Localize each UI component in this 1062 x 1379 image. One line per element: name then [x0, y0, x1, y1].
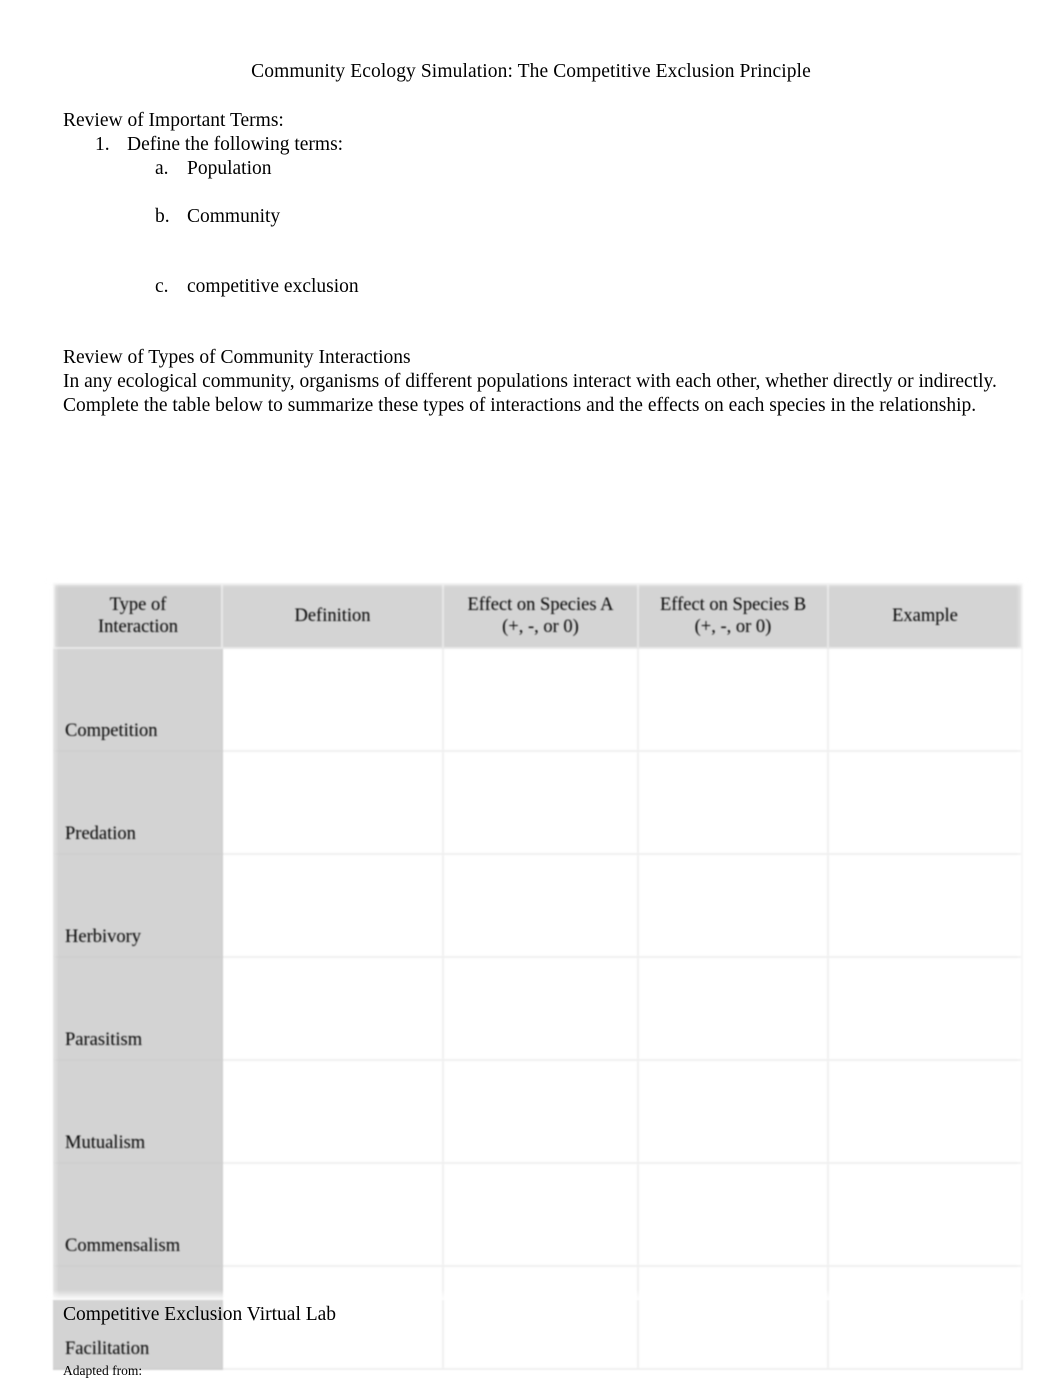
column-header-line-2: (+, -, or 0): [694, 617, 772, 637]
page-title: Community Ecology Simulation: The Compet…: [251, 61, 811, 82]
section-heading-virtual-lab: Competitive Exclusion Virtual Lab: [63, 1304, 337, 1325]
table-row: Predation: [53, 750, 1023, 855]
column-header-type-of-interaction: Type of Interaction: [53, 583, 223, 649]
cell-effect-species-a[interactable]: [442, 1162, 639, 1267]
cell-example[interactable]: [827, 750, 1023, 855]
list-item-1c: c. competitive exclusion: [155, 275, 359, 299]
list-marker-1c: c.: [155, 276, 169, 297]
table-row: Commensalism: [53, 1162, 1023, 1267]
column-header-definition: Definition: [221, 583, 444, 649]
cell-effect-species-a[interactable]: [442, 647, 639, 752]
cell-effect-species-b[interactable]: [637, 853, 829, 958]
column-header-line-1: Definition: [294, 606, 371, 626]
cell-definition[interactable]: [221, 647, 444, 752]
list-marker-1a: a.: [155, 158, 169, 179]
cell-definition[interactable]: [221, 1162, 444, 1267]
cell-example[interactable]: [827, 1162, 1023, 1267]
cell-effect-species-a[interactable]: [442, 750, 639, 855]
column-header-line-1: Type of: [109, 595, 167, 615]
list-item-1b-text: Community: [187, 206, 281, 227]
row-label-mutualism: Mutualism: [53, 1059, 223, 1164]
list-item-1a-text: Population: [187, 158, 272, 179]
list-item-1a: a. Population: [155, 157, 272, 181]
cell-effect-species-a[interactable]: [442, 956, 639, 1061]
cell-effect-species-b[interactable]: [637, 1162, 829, 1267]
cell-effect-species-b[interactable]: [637, 1265, 829, 1370]
cell-definition[interactable]: [221, 956, 444, 1061]
cell-definition[interactable]: [221, 853, 444, 958]
list-item-1: 1. Define the following terms:: [95, 133, 343, 157]
table-header-row: Type of Interaction Definition Effect on…: [53, 583, 1023, 649]
table-row: Competition: [53, 647, 1023, 752]
column-header-line-2: (+, -, or 0): [502, 617, 579, 637]
column-header-effect-species-a: Effect on Species A (+, -, or 0): [442, 583, 639, 649]
cell-effect-species-b[interactable]: [637, 750, 829, 855]
list-item-1-text: Define the following terms:: [127, 134, 344, 155]
list-item-1c-text: competitive exclusion: [187, 276, 359, 297]
section-heading-review-interactions: Review of Types of Community Interaction…: [63, 347, 411, 368]
cell-effect-species-b[interactable]: [637, 956, 829, 1061]
list-marker-1: 1.: [95, 134, 110, 155]
community-interactions-table-wrapper: Type of Interaction Definition Effect on…: [45, 578, 1030, 1370]
column-header-line-1: Effect on Species A: [467, 595, 614, 615]
column-header-line-1: Effect on Species B: [659, 595, 807, 615]
table-row: Mutualism: [53, 1059, 1023, 1164]
cell-example[interactable]: [827, 956, 1023, 1061]
table-row: Herbivory: [53, 853, 1023, 958]
section-paragraph-line-2: Complete the table below to summarize th…: [63, 395, 977, 416]
column-header-line-1: Example: [892, 606, 958, 626]
cell-definition[interactable]: [221, 1059, 444, 1164]
column-header-line-2: Interaction: [97, 617, 179, 637]
cell-definition[interactable]: [221, 750, 444, 855]
cell-example[interactable]: [827, 647, 1023, 752]
row-label-herbivory: Herbivory: [53, 853, 223, 958]
adapted-from-note: Adapted from:: [63, 1363, 143, 1378]
community-interactions-table: Type of Interaction Definition Effect on…: [53, 583, 1023, 1370]
list-item-1b: b. Community: [155, 205, 280, 229]
row-label-parasitism: Parasitism: [53, 956, 223, 1061]
row-label-competition: Competition: [53, 647, 223, 752]
cell-effect-species-a[interactable]: [442, 853, 639, 958]
row-label-predation: Predation: [53, 750, 223, 855]
cell-example[interactable]: [827, 853, 1023, 958]
section-heading-review-terms: Review of Important Terms:: [63, 110, 284, 131]
document-page: Community Ecology Simulation: The Compet…: [0, 0, 1062, 1378]
table-body: Competition Predation Herbivory Parasiti…: [53, 647, 1023, 1370]
cell-effect-species-a[interactable]: [442, 1059, 639, 1164]
table-row: Parasitism: [53, 956, 1023, 1061]
cell-example[interactable]: [827, 1265, 1023, 1370]
section-review-interactions: Review of Types of Community Interaction…: [63, 346, 1023, 418]
column-header-effect-species-b: Effect on Species B (+, -, or 0): [637, 583, 829, 649]
section-paragraph-line-1: In any ecological community, organisms o…: [63, 371, 997, 392]
row-label-commensalism: Commensalism: [53, 1162, 223, 1267]
cell-effect-species-b[interactable]: [637, 647, 829, 752]
cell-effect-species-b[interactable]: [637, 1059, 829, 1164]
cell-effect-species-a[interactable]: [442, 1265, 639, 1370]
cell-example[interactable]: [827, 1059, 1023, 1164]
list-marker-1b: b.: [155, 206, 170, 227]
column-header-example: Example: [827, 583, 1023, 649]
